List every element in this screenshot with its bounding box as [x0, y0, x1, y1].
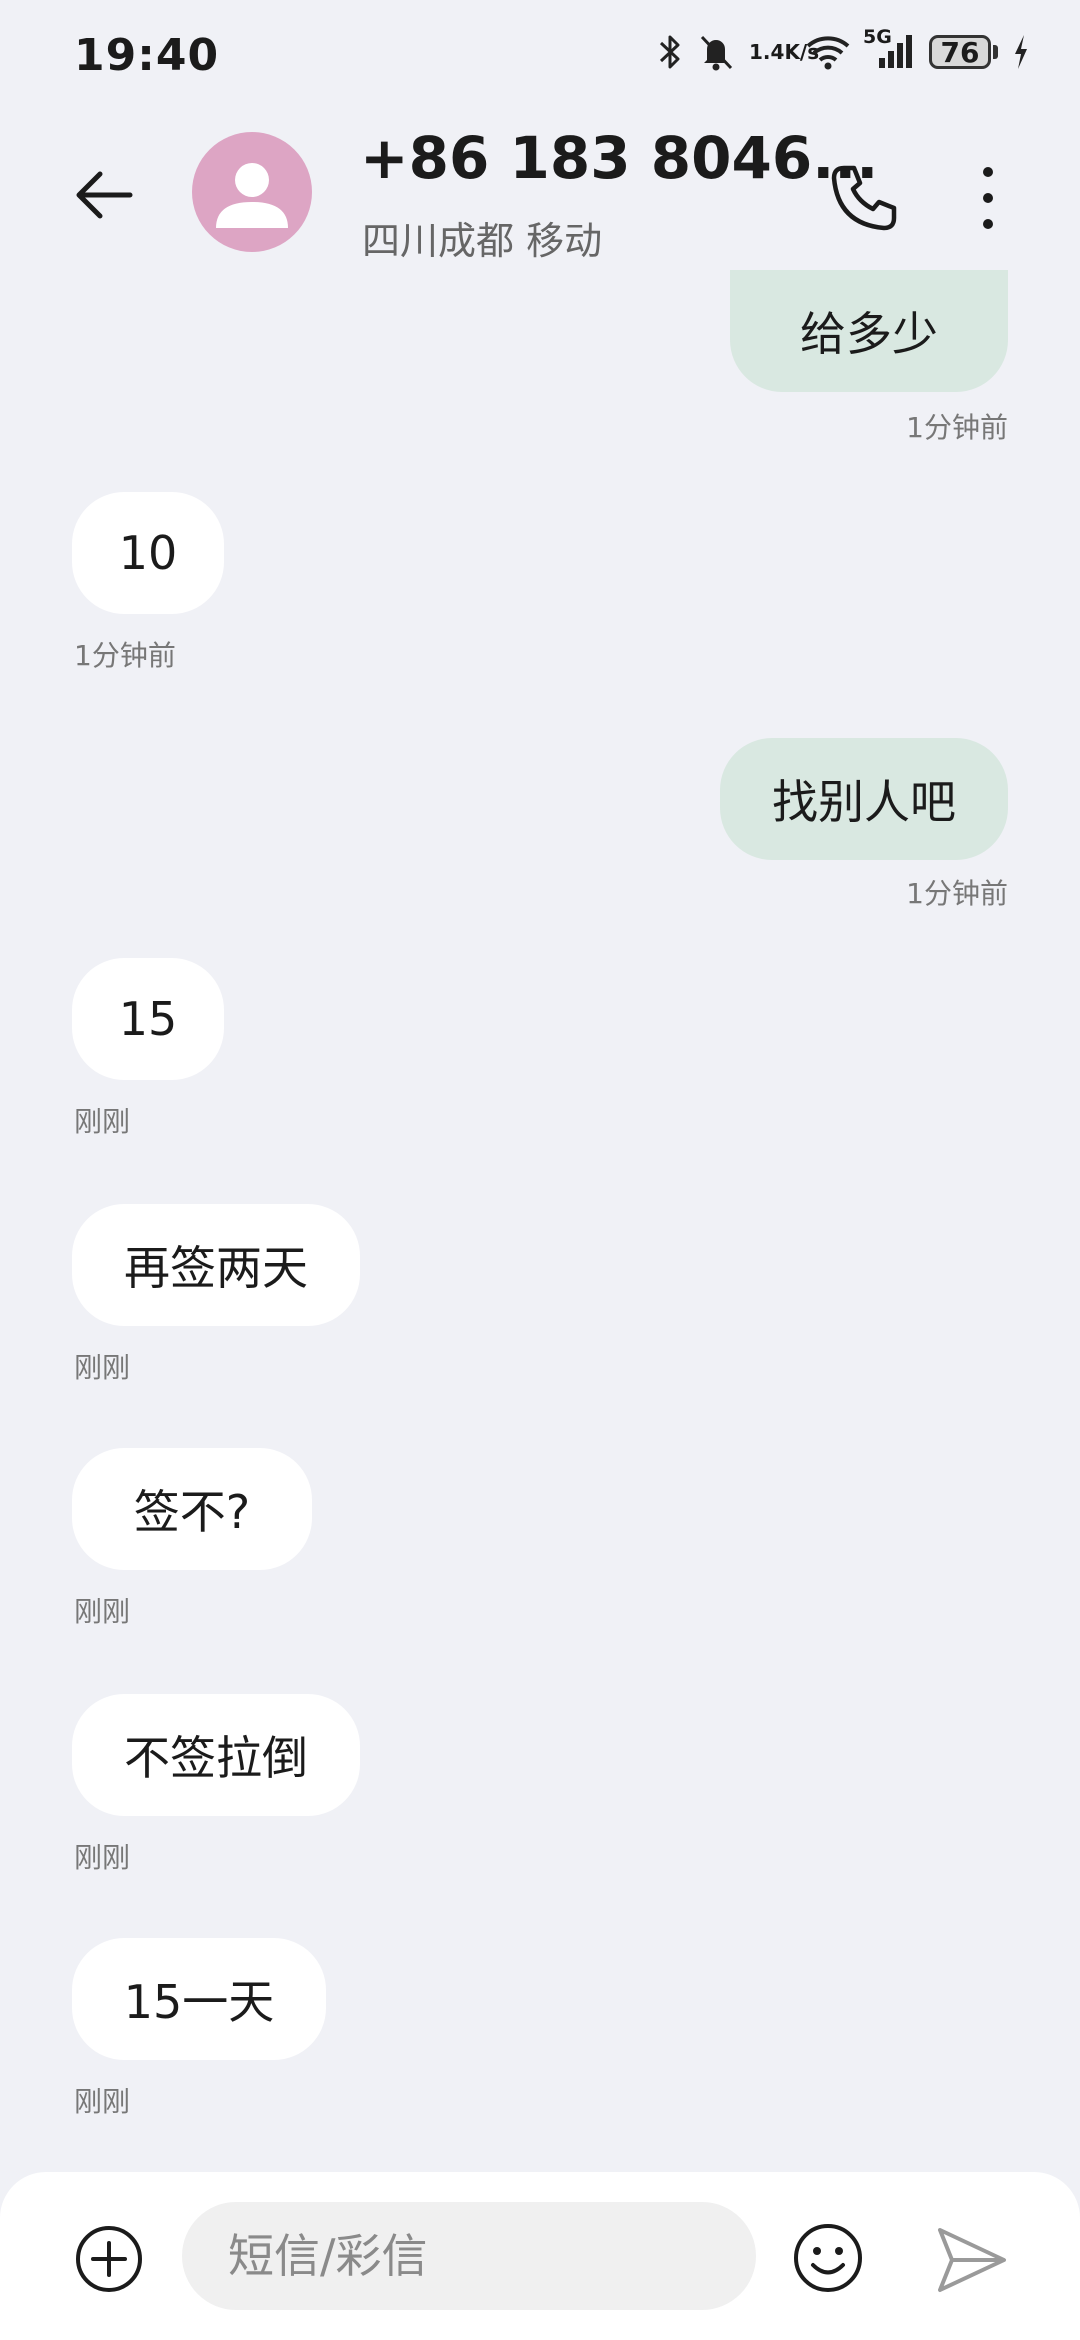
avatar[interactable]	[192, 132, 312, 252]
more-vertical-icon	[983, 167, 993, 229]
mute-bell-icon	[697, 32, 735, 72]
status-time: 19:40	[74, 30, 220, 81]
call-button[interactable]	[826, 160, 902, 236]
message-bubble-incoming[interactable]: 再签两天	[72, 1204, 360, 1326]
conversation-header: +86 183 8046... 四川成都 移动	[0, 110, 1080, 280]
bluetooth-icon	[657, 32, 683, 72]
network-type: 5G	[863, 26, 892, 48]
message-time: 1分钟前	[906, 877, 1008, 910]
message-bubble-outgoing[interactable]: 给多少	[730, 270, 1008, 392]
status-icons: 1.4 K/s 5G 76	[657, 26, 1030, 72]
status-bar: 19:40 1.4 K/s 5G 76	[0, 0, 1080, 110]
add-attachment-button[interactable]	[74, 2224, 144, 2294]
message-bubble-incoming[interactable]: 签不?	[72, 1448, 312, 1570]
message-time: 1分钟前	[74, 639, 176, 672]
battery-cap	[993, 45, 998, 59]
cellular-signal-icon: 5G	[863, 26, 915, 72]
message-time: 刚刚	[74, 2085, 131, 2118]
wifi-icon	[805, 32, 851, 72]
emoji-icon	[794, 2224, 862, 2292]
network-speed: 1.4 K/s	[749, 40, 819, 64]
message-time: 1分钟前	[906, 411, 1008, 444]
send-icon	[938, 2228, 1006, 2292]
plus-circle-icon	[76, 2226, 142, 2292]
message-bubble-incoming[interactable]: 10	[72, 492, 224, 614]
battery-indicator: 76	[929, 35, 998, 69]
message-composer	[0, 2172, 1080, 2340]
charging-icon	[1012, 32, 1030, 72]
message-input[interactable]	[182, 2202, 756, 2310]
message-time: 刚刚	[74, 1105, 131, 1138]
phone-icon	[831, 165, 897, 231]
emoji-button[interactable]	[792, 2222, 864, 2294]
message-time: 刚刚	[74, 1351, 131, 1384]
arrow-left-icon	[76, 171, 133, 219]
more-options-button[interactable]	[968, 158, 1008, 238]
message-bubble-incoming[interactable]: 不签拉倒	[72, 1694, 360, 1816]
message-bubble-outgoing[interactable]: 找别人吧	[720, 738, 1008, 860]
net-speed-value: 1.4	[749, 40, 785, 64]
battery-level: 76	[929, 35, 991, 69]
send-button[interactable]	[934, 2222, 1010, 2298]
contact-location: 四川成都 移动	[362, 219, 603, 263]
message-time: 刚刚	[74, 1595, 131, 1628]
back-button[interactable]	[70, 160, 140, 230]
message-bubble-incoming[interactable]: 15一天	[72, 1938, 326, 2060]
message-bubble-incoming[interactable]: 15	[72, 958, 224, 1080]
person-icon	[216, 163, 288, 228]
contact-name: +86 183 8046...	[360, 124, 879, 192]
message-time: 刚刚	[74, 1841, 131, 1874]
